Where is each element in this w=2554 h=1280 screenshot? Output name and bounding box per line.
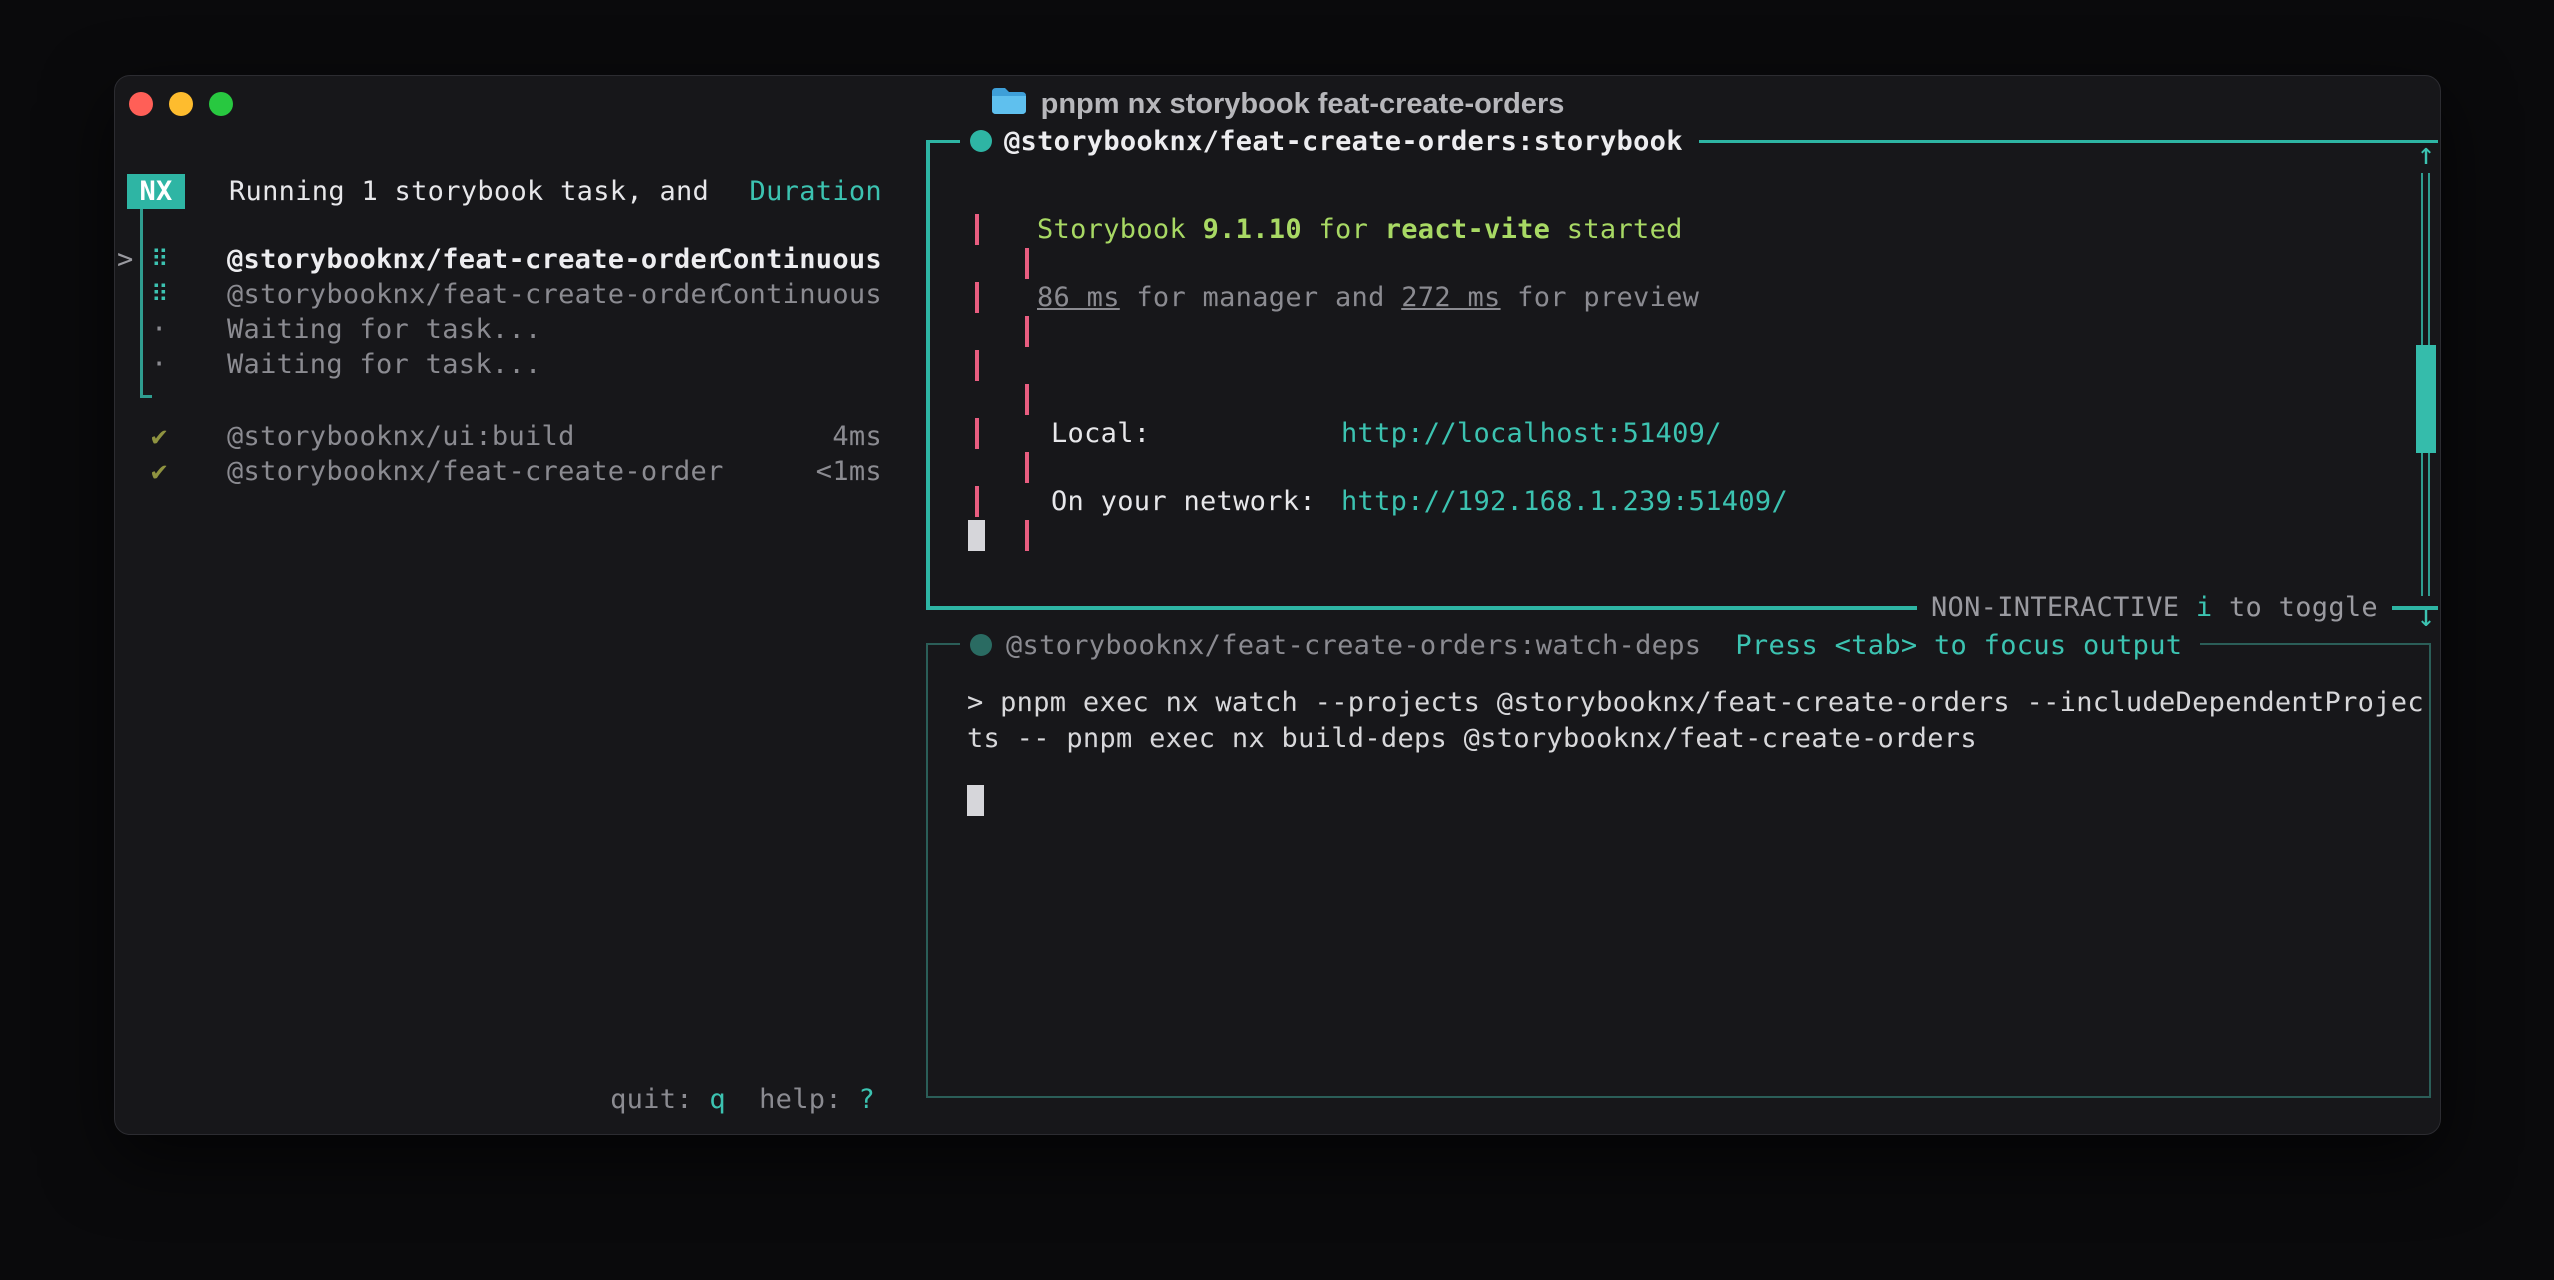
task-list-panel: NX Running 1 storybook task, and Duratio… (115, 132, 925, 1135)
pink-bar (1025, 452, 1029, 483)
scroll-up-icon[interactable]: ↑ (2413, 140, 2439, 170)
pink-bar (975, 214, 979, 245)
task-row[interactable]: > ⠿ @storybooknx/feat-create-order Conti… (115, 242, 925, 277)
task-row[interactable]: · Waiting for task... (115, 312, 925, 347)
border-stub (926, 140, 960, 143)
task-group-tree-corner (140, 395, 152, 398)
desktop: pnpm nx storybook feat-create-orders NX … (0, 0, 2554, 1280)
storybook-pane-title: @storybooknx/feat-create-orders:storyboo… (1004, 126, 1683, 157)
task-row[interactable]: ✔ @storybooknx/ui:build 4ms (115, 419, 925, 454)
storybook-pane-header[interactable]: @storybooknx/feat-create-orders:storyboo… (926, 126, 2438, 156)
check-icon: ✔ (151, 454, 168, 489)
interactive-mode-hint: NON-INTERACTIVE i to toggle (1917, 591, 2392, 625)
pink-bar (975, 282, 979, 313)
watch-deps-pane-header[interactable]: @storybooknx/feat-create-orders:watch-de… (960, 629, 2200, 661)
waiting-dot-icon: · (151, 347, 168, 382)
watch-deps-pane-title: @storybooknx/feat-create-orders:watch-de… (1006, 630, 1701, 661)
pink-bar (1025, 316, 1029, 347)
network-label: On your network: (1051, 485, 1316, 519)
pink-bar (975, 486, 979, 517)
terminal-window: pnpm nx storybook feat-create-orders NX … (114, 75, 2441, 1135)
pink-bar (1025, 248, 1029, 279)
keybinding-footer: quit: q help: ? (115, 1084, 875, 1115)
terminal-cursor (968, 520, 985, 551)
nx-logo: NX (127, 174, 185, 209)
running-task-dot-icon (970, 634, 992, 656)
help-label: help: (759, 1084, 858, 1115)
storybook-output-pane: @storybooknx/feat-create-orders:storyboo… (926, 140, 2438, 610)
task-list-header: Running 1 storybook task, and (229, 176, 709, 207)
waiting-dot-icon: · (151, 312, 168, 347)
header-border-line (1699, 140, 2438, 143)
task-row[interactable]: ⠿ @storybooknx/feat-create-order Continu… (115, 277, 925, 312)
storybook-terminal-output: Storybook 9.1.10 for react-vite started … (975, 213, 2398, 553)
task-row[interactable]: ✔ @storybooknx/feat-create-order <1ms (115, 454, 925, 489)
terminal-cursor (967, 785, 984, 816)
running-tasks: > ⠿ @storybooknx/feat-create-order Conti… (115, 242, 925, 382)
local-url-link[interactable]: http://localhost:51409/ (1341, 417, 1722, 451)
window-title-area: pnpm nx storybook feat-create-orders (115, 76, 2440, 132)
scrollbar-thumb[interactable] (2416, 345, 2436, 453)
spinner-icon: ⠿ (151, 242, 169, 277)
network-url-link[interactable]: http://192.168.1.239:51409/ (1341, 485, 1788, 519)
quit-label: quit: (610, 1084, 709, 1115)
pink-bar (975, 350, 979, 381)
window-title: pnpm nx storybook feat-create-orders (1041, 88, 1565, 121)
focus-hint: Press <tab> to focus output (1735, 630, 2182, 661)
local-label: Local: (1051, 417, 1150, 451)
folder-icon (991, 85, 1027, 123)
output-scrollbar[interactable]: ↑ ↓ (2413, 140, 2439, 632)
pink-bar (975, 418, 979, 449)
command-output-line: > pnpm exec nx watch --projects @storybo… (967, 687, 2405, 718)
check-icon: ✔ (151, 419, 168, 454)
titlebar: pnpm nx storybook feat-create-orders (115, 76, 2440, 132)
duration-column-header: Duration (750, 176, 882, 207)
quit-key: q (709, 1084, 726, 1115)
watch-deps-pane: @storybooknx/feat-create-orders:watch-de… (926, 643, 2431, 1098)
selection-cursor: > (117, 242, 134, 277)
pink-bar (1025, 384, 1029, 415)
help-key: ? (858, 1084, 875, 1115)
scroll-down-icon[interactable]: ↓ (2413, 602, 2439, 632)
command-output-line: ts -- pnpm exec nx build-deps @storybook… (967, 723, 2405, 754)
pink-bar (1025, 520, 1029, 551)
toggle-key: i (2196, 592, 2213, 623)
task-row[interactable]: · Waiting for task... (115, 347, 925, 382)
spinner-icon: ⠿ (151, 277, 169, 312)
completed-tasks: ✔ @storybooknx/ui:build 4ms ✔ @storybook… (115, 419, 925, 489)
running-task-dot-icon (970, 130, 992, 152)
